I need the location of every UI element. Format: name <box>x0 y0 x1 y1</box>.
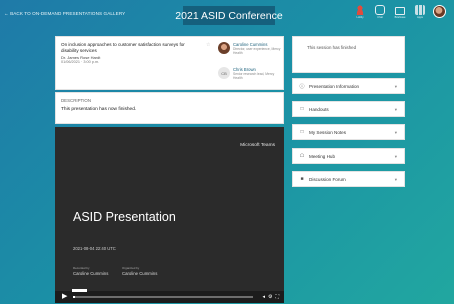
video-controls: ▶ ◂ ⚙ ⛶ <box>55 289 284 303</box>
apps-label: Apps <box>417 16 423 19</box>
chat-icon <box>375 5 385 15</box>
sidebar-item-label: Handouts <box>309 106 329 112</box>
profile-avatar[interactable] <box>433 5 446 18</box>
sidebar-item-meeting-hub[interactable]: ☖ Meeting Hub ▾ <box>292 148 405 164</box>
briefcase-icon <box>395 7 405 15</box>
lobby-label: Lobby <box>356 16 364 19</box>
presentation-date: 01/06/2021 · 3:00 p.m. <box>61 60 100 64</box>
sidebar-item-label: My Session Notes <box>309 129 347 135</box>
chevron-down-icon: ▾ <box>394 84 397 89</box>
speaker-role: Senior research lead, Mercy Health <box>233 72 275 80</box>
chevron-down-icon: ▾ <box>394 154 397 159</box>
fullscreen-icon[interactable]: ⛶ <box>275 293 279 301</box>
sidebar-item-discussion-forum[interactable]: ■ Discussion Forum ▾ <box>292 171 405 187</box>
video-speaker-label: Recorded by <box>73 266 90 270</box>
settings-icon[interactable]: ⚙ <box>268 293 272 301</box>
presentation-info-card: On inclusion approaches to customer sati… <box>55 36 284 90</box>
chat-button[interactable]: Chat <box>373 5 387 19</box>
teams-brand-label: Microsoft Teams <box>240 143 275 148</box>
volume-icon[interactable]: ◂ <box>262 293 265 301</box>
apps-button[interactable]: Apps <box>413 5 427 19</box>
back-to-gallery-link[interactable]: ← BACK TO ON-DEMAND PRESENTATIONS GALLER… <box>4 11 125 16</box>
favorite-icon[interactable]: ☆ <box>206 42 210 48</box>
sidebar-item-my-session-notes[interactable]: □ My Session Notes ▾ <box>292 124 405 140</box>
chevron-down-icon: ▾ <box>394 107 397 112</box>
sidebar-item-handouts[interactable]: □ Handouts ▾ <box>292 101 405 117</box>
chat-label: Chat <box>377 16 383 19</box>
description-heading: DESCRIPTION <box>61 98 92 103</box>
session-status-card: This session has finished <box>292 36 405 73</box>
video-date: 2021-08-04 22:40 UTC <box>73 246 116 251</box>
speaker-avatar: CB <box>218 67 230 79</box>
briefcase-label: Briefcase <box>394 16 406 19</box>
sidebar-item-presentation-information[interactable]: ⓘ Presentation Information ▾ <box>292 78 405 94</box>
speaker-card[interactable]: Caroline Cummins Director, user experien… <box>218 42 281 55</box>
progress-fill <box>73 296 75 298</box>
handout-icon: □ <box>300 106 304 112</box>
play-icon[interactable]: ▶ <box>62 293 67 301</box>
speaker-card[interactable]: CB Chris Brown Senior research lead, Mer… <box>218 67 281 80</box>
chevron-down-icon: ▾ <box>394 130 397 135</box>
lobby-button[interactable]: Lobby <box>353 5 367 19</box>
video-player[interactable]: Microsoft Teams ASID Presentation 2021-0… <box>55 127 284 303</box>
session-status-text: This session has finished <box>307 45 357 50</box>
top-icon-group: Lobby Chat Briefcase Apps <box>353 5 446 19</box>
conference-title: 2021 ASID Conference <box>175 6 283 25</box>
right-controls: ◂ ⚙ ⛶ <box>262 293 279 301</box>
sidebar-item-label: Meeting Hub <box>309 153 336 159</box>
top-bar: ← BACK TO ON-DEMAND PRESENTATIONS GALLER… <box>0 0 454 34</box>
sidebar-item-label: Discussion Forum <box>309 176 346 182</box>
presentation-title: On inclusion approaches to customer sati… <box>61 42 185 53</box>
video-speaker-name: Caroline Cummins <box>122 271 158 276</box>
meeting-hub-icon: ☖ <box>299 153 305 159</box>
notes-icon: □ <box>300 129 304 135</box>
briefcase-button[interactable]: Briefcase <box>393 5 407 19</box>
speaker-role: Director, user experience, Mercy Health <box>233 47 281 55</box>
video-speaker-name: Caroline Cummins <box>73 271 109 276</box>
caption-marker <box>72 289 87 292</box>
progress-track[interactable] <box>73 296 253 298</box>
description-text: This presentation has now finished. <box>61 107 137 112</box>
speaker-avatar <box>218 42 230 54</box>
description-card: DESCRIPTION This presentation has now fi… <box>55 92 284 124</box>
sidebar-item-label: Presentation Information <box>309 83 360 89</box>
presentation-authors: Dr. James Rose Hardt <box>61 54 101 60</box>
video-speaker-label: Organized by <box>122 266 140 270</box>
chevron-down-icon: ▾ <box>394 177 397 182</box>
video-title: ASID Presentation <box>73 210 176 224</box>
discussion-icon: ■ <box>300 176 304 182</box>
user-icon <box>355 5 365 15</box>
info-icon: ⓘ <box>299 83 305 90</box>
apps-icon <box>415 5 425 15</box>
